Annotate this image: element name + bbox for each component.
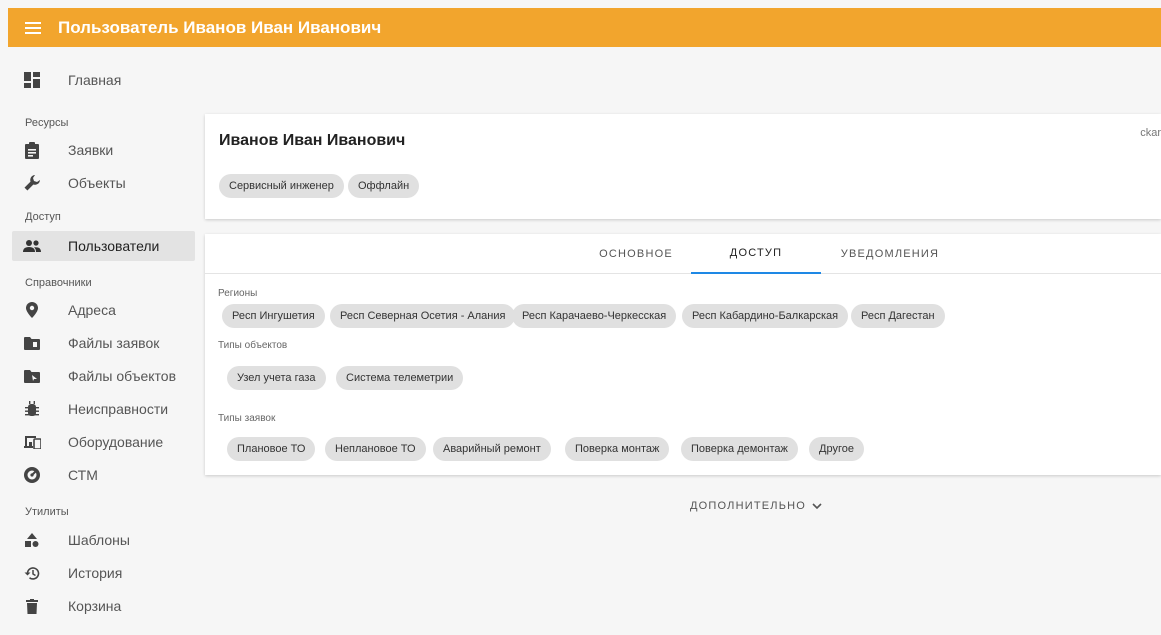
sidebar-item-faults[interactable]: Неисправности bbox=[12, 394, 195, 424]
sidebar-item-label: Шаблоны bbox=[68, 532, 130, 548]
dashboard-icon bbox=[22, 70, 42, 90]
sidebar-item-label: Оборудование bbox=[68, 434, 164, 450]
sidebar-item-label: Адреса bbox=[68, 302, 116, 318]
page-title: Пользователь Иванов Иван Иванович bbox=[58, 17, 382, 37]
sidebar-item-label: Файлы заявок bbox=[68, 335, 160, 351]
role-chip: Сервисный инженер bbox=[219, 174, 344, 198]
sidebar-item-label: Файлы объектов bbox=[68, 368, 177, 384]
object-type-chip: Система телеметрии bbox=[336, 366, 464, 390]
object-types-label: Типы объектов bbox=[218, 340, 288, 351]
folder-icon bbox=[22, 333, 42, 353]
region-chip: Респ Дагестан bbox=[851, 304, 945, 328]
people-icon bbox=[22, 236, 42, 256]
sidebar-item-request-files[interactable]: Файлы заявок bbox=[12, 328, 195, 358]
history-icon bbox=[22, 563, 42, 583]
sidebar-item-label: Объекты bbox=[68, 175, 126, 191]
sidebar-item-addresses[interactable]: Адреса bbox=[12, 295, 195, 325]
sidebar-item-label: Неисправности bbox=[68, 401, 169, 417]
sidebar-item-equipment[interactable]: Оборудование bbox=[12, 427, 195, 457]
access-card: ОСНОВНОЕ ДОСТУП УВЕДОМЛЕНИЯ Регионы Респ… bbox=[205, 234, 1161, 475]
sidebar-item-label: История bbox=[68, 565, 123, 581]
tab-access[interactable]: ДОСТУП bbox=[691, 234, 821, 274]
sidebar-item-history[interactable]: История bbox=[12, 558, 195, 588]
menu-button[interactable] bbox=[8, 8, 58, 47]
user-name: Иванов Иван Иванович bbox=[219, 132, 406, 149]
chevron-down-icon bbox=[812, 503, 822, 509]
request-type-chip: Неплановое ТО bbox=[325, 437, 426, 461]
tab-main[interactable]: ОСНОВНОЕ bbox=[581, 234, 691, 274]
sidebar: Главная Ресурсы Заявки Объекты Доступ По… bbox=[8, 47, 198, 635]
section-label-access: Доступ bbox=[25, 211, 61, 223]
sidebar-item-templates[interactable]: Шаблоны bbox=[12, 525, 195, 555]
sidebar-item-label: Пользователи bbox=[68, 238, 160, 254]
more-button[interactable]: ДОПОЛНИТЕЛЬНО bbox=[690, 500, 822, 512]
request-type-chip: Другое bbox=[809, 437, 864, 461]
tab-bar: ОСНОВНОЕ ДОСТУП УВЕДОМЛЕНИЯ bbox=[205, 234, 1161, 274]
section-label-resources: Ресурсы bbox=[25, 117, 69, 129]
sidebar-item-trash[interactable]: Корзина bbox=[12, 591, 195, 621]
sidebar-item-ctm[interactable]: СТМ bbox=[12, 460, 195, 490]
shapes-icon bbox=[22, 530, 42, 550]
request-type-chip: Плановое ТО bbox=[227, 437, 316, 461]
region-chip: Респ Северная Осетия - Алания bbox=[330, 304, 516, 328]
more-label: ДОПОЛНИТЕЛЬНО bbox=[690, 500, 807, 512]
sidebar-item-label: Корзина bbox=[68, 598, 122, 614]
region-chip: Респ Карачаево-Черкесская bbox=[512, 304, 677, 328]
devices-icon bbox=[22, 432, 42, 452]
profile-corner-text: ckar bbox=[1140, 127, 1161, 139]
profile-card: Иванов Иван Иванович ckar Сервисный инже… bbox=[205, 114, 1161, 219]
section-label-directories: Справочники bbox=[25, 277, 92, 289]
sidebar-item-label: СТМ bbox=[68, 467, 98, 483]
request-type-chip: Поверка монтаж bbox=[565, 437, 670, 461]
bug-icon bbox=[22, 399, 42, 419]
sidebar-item-objects[interactable]: Объекты bbox=[12, 168, 195, 198]
section-label-utilities: Утилиты bbox=[25, 506, 69, 518]
app-bar: Пользователь Иванов Иван Иванович bbox=[8, 8, 1161, 47]
request-type-chip: Поверка демонтаж bbox=[681, 437, 798, 461]
hamburger-icon bbox=[25, 21, 41, 34]
regions-label: Регионы bbox=[218, 288, 258, 299]
region-chip: Респ Ингушетия bbox=[222, 304, 325, 328]
location-pin-icon bbox=[22, 300, 42, 320]
wrench-icon bbox=[22, 173, 42, 193]
sidebar-item-label: Заявки bbox=[68, 142, 114, 158]
sidebar-item-label: Главная bbox=[68, 72, 122, 88]
gauge-icon bbox=[22, 465, 42, 485]
status-chip: Оффлайн bbox=[348, 174, 420, 198]
sidebar-item-home[interactable]: Главная bbox=[12, 65, 195, 95]
region-chip: Респ Кабардино-Балкарская bbox=[682, 304, 849, 328]
tab-notifications[interactable]: УВЕДОМЛЕНИЯ bbox=[825, 234, 955, 274]
sidebar-item-requests[interactable]: Заявки bbox=[12, 135, 195, 165]
trash-icon bbox=[22, 596, 42, 616]
request-type-chip: Аварийный ремонт bbox=[433, 437, 551, 461]
sidebar-item-object-files[interactable]: Файлы объектов bbox=[12, 361, 195, 391]
clipboard-icon bbox=[22, 140, 42, 160]
object-type-chip: Узел учета газа bbox=[227, 366, 326, 390]
request-types-label: Типы заявок bbox=[218, 413, 276, 424]
folder-shared-icon bbox=[22, 366, 42, 386]
sidebar-item-users[interactable]: Пользователи bbox=[12, 231, 195, 261]
